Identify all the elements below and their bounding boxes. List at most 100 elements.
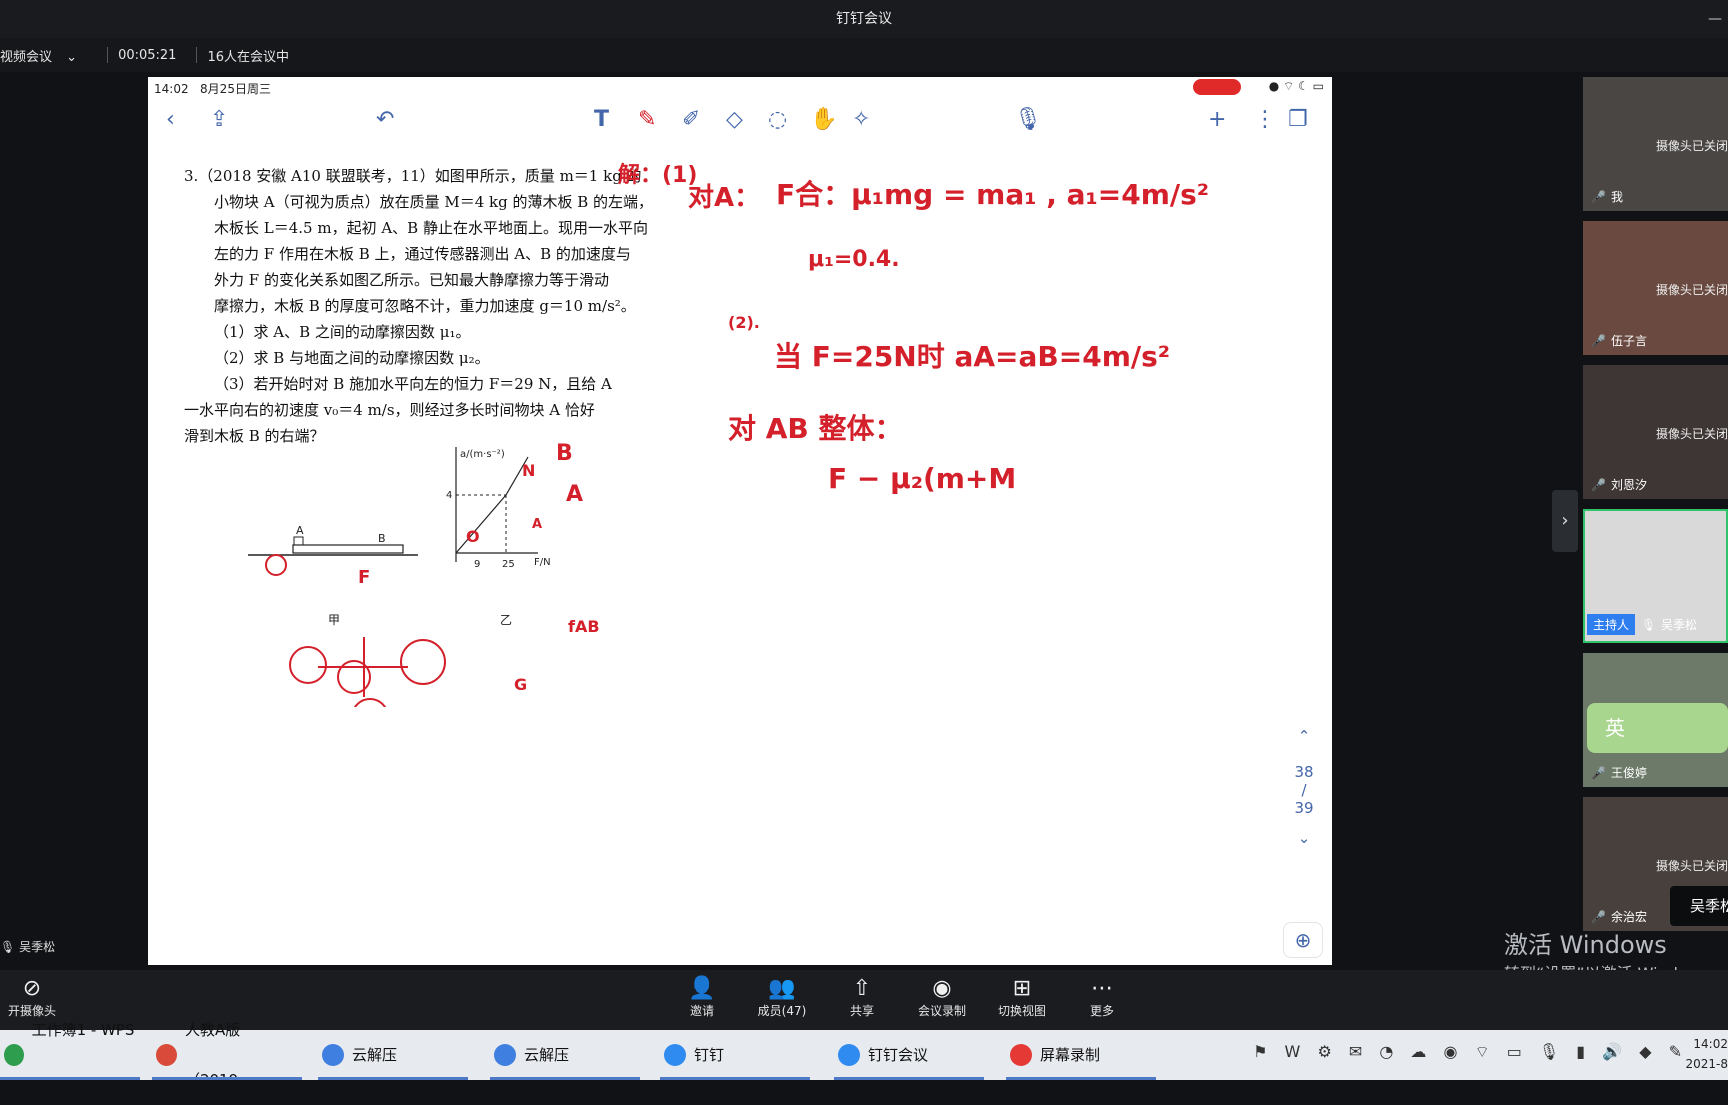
switch-view-button[interactable]: ⊞ 切换视图 bbox=[990, 976, 1054, 1019]
invite-button[interactable]: 👤 邀请 bbox=[670, 976, 734, 1019]
mic-on-icon: 🎙 bbox=[1641, 617, 1657, 632]
system-tray[interactable]: ⚑ W ⚙ ✉ ◔ ☁ ◉ ⌔ ▭ 🎙 ▮ 🔊 ◆ ✎ bbox=[1253, 1042, 1688, 1062]
participant-name: 我 bbox=[1611, 190, 1624, 204]
control-label: 会议录制 bbox=[917, 1004, 966, 1018]
page-down-icon[interactable]: ⌄ bbox=[1286, 829, 1322, 847]
chrome-icon bbox=[156, 1044, 177, 1066]
mic-muted-icon: 🎤 bbox=[1591, 909, 1606, 924]
control-label: 更多 bbox=[1089, 1004, 1114, 1018]
participant-name: 吴季松 bbox=[1661, 618, 1698, 632]
problem-line: 左的力 F 作用在木板 B 上，通过传感器测出 A、B 的加速度与 bbox=[214, 245, 631, 263]
back-icon[interactable]: ‹ bbox=[166, 107, 175, 133]
recording-indicator bbox=[1193, 79, 1241, 95]
text-tool-icon[interactable]: T bbox=[594, 107, 609, 133]
shape-tool-icon[interactable]: ✋ bbox=[810, 107, 837, 133]
ipad-time: 14:02 bbox=[154, 82, 189, 96]
participant-name: 伍子言 bbox=[1611, 334, 1648, 348]
taskbar-label: 工作簿1 - WPS ... bbox=[31, 1021, 135, 1089]
participant-name: 余治宏 bbox=[1611, 910, 1648, 924]
f-axis-label: F/N bbox=[534, 557, 551, 568]
page-up-icon[interactable]: ⌃ bbox=[1286, 727, 1322, 745]
control-label: 成员(47) bbox=[757, 1004, 807, 1018]
ipad-date: 8月25日周三 bbox=[200, 82, 271, 96]
members-button[interactable]: 👥 成员(47) bbox=[750, 976, 814, 1019]
a-axis-label: a/(m·s⁻²) bbox=[460, 449, 505, 460]
pages-icon[interactable]: ❐ bbox=[1288, 107, 1308, 133]
problem-figure: A B 甲 a/(m·s⁻²) F/N 4 9 25 乙 bbox=[248, 447, 551, 707]
clock-date: 2021-8 bbox=[1685, 1057, 1728, 1071]
page-total: 39 bbox=[1294, 799, 1314, 817]
participant-tile[interactable]: 英 🎤 王俊婷 bbox=[1583, 653, 1728, 787]
dingtalk-icon bbox=[664, 1044, 686, 1066]
taskbar-clock[interactable]: 14:02 2021-8 bbox=[1685, 1034, 1728, 1074]
add-page-icon[interactable]: + bbox=[1208, 107, 1226, 133]
share-button[interactable]: ⇧ 共享 bbox=[830, 976, 894, 1019]
microphone-icon[interactable]: 🎙 bbox=[1014, 107, 1042, 133]
taskbar-item-screen-record[interactable]: 屏幕录制 bbox=[1006, 1030, 1156, 1080]
activation-line1: 激活 Windows bbox=[1504, 931, 1667, 959]
hw-fbd-g: G bbox=[514, 675, 528, 694]
expand-panel-button[interactable]: › bbox=[1552, 490, 1578, 552]
taskbar-item-wps[interactable]: 工作簿1 - WPS ... bbox=[0, 1021, 140, 1089]
tick-25: 25 bbox=[502, 559, 515, 570]
laser-pointer-icon[interactable]: ✧ bbox=[852, 107, 870, 133]
hw-part2: (2). bbox=[728, 313, 760, 332]
hw-when: 当 F=25N时 aA=aB=4m/s² bbox=[774, 340, 1171, 373]
participant-name: 王俊婷 bbox=[1611, 766, 1648, 780]
control-label: 邀请 bbox=[689, 1004, 714, 1018]
more-vertical-icon[interactable]: ⋮ bbox=[1254, 107, 1276, 133]
hw-fbd-n: N bbox=[522, 461, 536, 480]
hw-eq2: F − μ₂(m+M bbox=[828, 462, 1017, 495]
meeting-type-label: 视频会议 bbox=[0, 49, 53, 65]
participant-tile[interactable]: 摄像头已关闭 🎤 我 bbox=[1583, 77, 1728, 211]
board-b-label: B bbox=[378, 532, 386, 545]
hw-fbd-fab: fAB bbox=[568, 617, 600, 636]
tick-9: 9 bbox=[474, 559, 480, 570]
taskbar-item-yunjieya[interactable]: 云解压 bbox=[490, 1030, 640, 1080]
participant-tile[interactable]: 摄像头已关闭 🎤 伍子言 bbox=[1583, 221, 1728, 355]
participant-tile-active[interactable]: 主持人 🎙 吴季松 bbox=[1583, 509, 1728, 643]
highlighter-icon[interactable]: ✐ bbox=[682, 107, 700, 133]
participant-tile[interactable]: 摄像头已关闭 🎤 刘恩汐 bbox=[1583, 365, 1728, 499]
lasso-icon[interactable]: ◌ bbox=[768, 107, 787, 133]
input-method-overlay: 英 bbox=[1587, 703, 1728, 753]
record-button[interactable]: ◉ 会议录制 bbox=[910, 976, 974, 1019]
question-1: （1）求 A、B 之间的动摩擦因数 μ₁。 bbox=[214, 323, 471, 341]
mic-muted-icon: 🎤 bbox=[1591, 189, 1606, 204]
meeting-info-bar: 视频会议 ⌄ 00:05:21 16人在会议中 bbox=[0, 38, 1728, 72]
minimize-button[interactable]: — bbox=[1708, 0, 1722, 38]
hw-whole: 对 AB 整体： bbox=[728, 412, 903, 445]
control-label: 切换视图 bbox=[997, 1004, 1046, 1018]
more-icon: ⋯ bbox=[1091, 976, 1113, 1001]
hw-mu1: μ₁=0.4. bbox=[808, 247, 900, 272]
goodnotes-toolbar: ‹ ⇪ ↶ T ✎ ✐ ◇ ◌ ✋ ✧ 🎙 + ⋮ ❐ bbox=[148, 99, 1332, 143]
block-a-label: A bbox=[296, 524, 304, 537]
chevron-right-icon: › bbox=[1561, 510, 1569, 531]
pen-tool-icon[interactable]: ✎ bbox=[638, 107, 656, 133]
zoom-icon: ⊕ bbox=[1294, 928, 1312, 952]
taskbar-label: 人教A版（2019... bbox=[184, 1021, 253, 1089]
meeting-type-dropdown[interactable]: 视频会议 ⌄ bbox=[0, 46, 87, 65]
undo-icon[interactable]: ↶ bbox=[376, 107, 394, 133]
window-title: 钉钉会议 bbox=[836, 11, 892, 27]
taskbar-item-dingtalk[interactable]: 钉钉 bbox=[660, 1030, 810, 1080]
share-icon: ⇧ bbox=[852, 976, 872, 1001]
members-icon: 👥 bbox=[768, 976, 796, 1001]
taskbar-item-dingtalk-meeting[interactable]: 钉钉会议 bbox=[834, 1030, 984, 1080]
taskbar-item-yunjieya[interactable]: 云解压 bbox=[318, 1030, 468, 1080]
hw-fbd-f: F bbox=[358, 567, 371, 588]
more-button[interactable]: ⋯ 更多 bbox=[1070, 976, 1134, 1019]
taskbar-item-chrome[interactable]: 人教A版（2019... bbox=[152, 1021, 302, 1089]
speaker-popup: 吴季松 bbox=[1670, 886, 1728, 926]
mic-muted-icon: 🎤 bbox=[1591, 333, 1606, 348]
hw-eq1: F合：μ₁mg = ma₁ , a₁=4m/s² bbox=[776, 178, 1210, 211]
divider bbox=[107, 47, 109, 63]
taskbar-label: 云解压 bbox=[352, 1046, 398, 1064]
taskbar-label: 屏幕录制 bbox=[1040, 1046, 1101, 1064]
hw-jie: 解：(1) bbox=[618, 163, 698, 188]
problem-line: 3.（2018 安徽 A10 联盟联考，11）如图甲所示，质量 m＝1 kg 的 bbox=[184, 167, 642, 185]
export-icon[interactable]: ⇪ bbox=[210, 107, 228, 133]
mic-muted-icon: 🎤 bbox=[1591, 477, 1606, 492]
zoom-in-button[interactable]: ⊕ bbox=[1283, 922, 1323, 958]
eraser-icon[interactable]: ◇ bbox=[726, 107, 743, 133]
